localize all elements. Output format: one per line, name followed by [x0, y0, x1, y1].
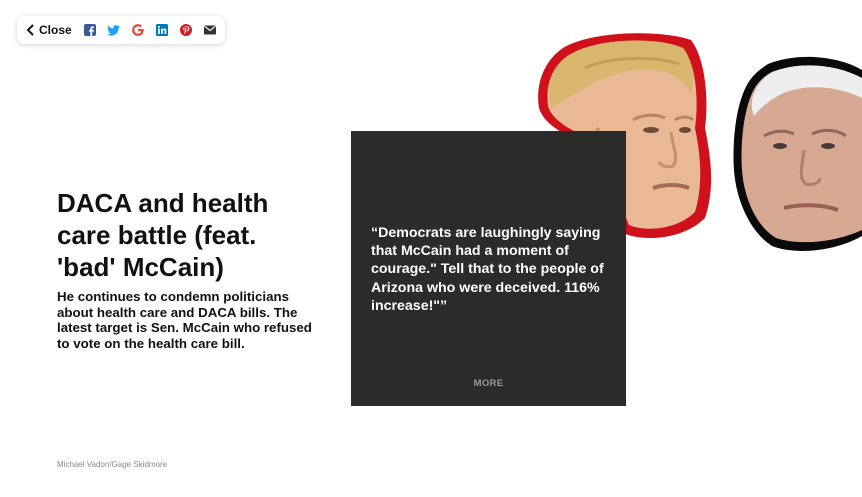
chevron-left-icon [26, 24, 34, 36]
more-button[interactable]: MORE [351, 378, 626, 389]
linkedin-icon[interactable] [155, 23, 169, 37]
facebook-icon[interactable] [83, 23, 97, 37]
photo-credit: Michael Vadon/Gage Skidmore [57, 460, 168, 469]
pinterest-icon[interactable] [179, 23, 193, 37]
share-toolbar: Close [17, 16, 225, 44]
mccain-portrait [733, 56, 862, 251]
article-headline: DACA and health care battle (feat. 'bad'… [57, 188, 269, 282]
quote-text: “Democrats are laughingly saying that Mc… [371, 225, 604, 314]
google-icon[interactable] [131, 23, 145, 37]
close-label: Close [39, 23, 72, 37]
email-icon[interactable] [203, 23, 217, 37]
close-button[interactable]: Close [26, 23, 72, 37]
article-subhead: He continues to condemn politicians abou… [57, 289, 312, 351]
quote-card: “Democrats are laughingly saying that Mc… [351, 131, 626, 406]
twitter-icon[interactable] [107, 23, 121, 37]
